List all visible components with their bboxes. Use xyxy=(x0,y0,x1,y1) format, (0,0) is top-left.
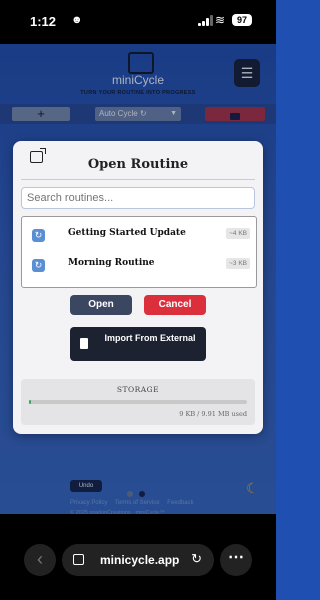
open-routine-modal: Open Routine ↻ Getting Started Update ~4… xyxy=(13,141,263,434)
address-bar[interactable]: minicycle.app ↻ xyxy=(62,544,214,576)
battery-icon: 97 xyxy=(232,14,252,26)
url-text: minicycle.app xyxy=(100,553,180,567)
tabs-icon xyxy=(73,554,84,565)
cycle-icon: ↻ xyxy=(32,259,45,272)
routine-size-badge: ~4 KB xyxy=(226,228,250,239)
routine-list: ↻ Getting Started Update ~4 KB ↻ Morning… xyxy=(21,216,257,288)
divider xyxy=(21,179,255,180)
routine-name: Getting Started Update xyxy=(68,228,186,238)
storage-progress-bar xyxy=(29,400,247,404)
cellular-signal-icon xyxy=(198,15,214,26)
cycle-icon: ↻ xyxy=(32,229,45,242)
storage-title: STORAGE xyxy=(116,385,160,394)
import-label: Import From External xyxy=(104,333,196,343)
storage-panel: STORAGE 9 KB / 9.91 MB used xyxy=(21,379,255,425)
reload-icon[interactable]: ↻ xyxy=(191,551,202,567)
file-icon xyxy=(80,338,88,349)
more-options-button[interactable]: ⋯ xyxy=(220,544,252,576)
routine-name: Morning Routine xyxy=(68,258,155,268)
back-button[interactable]: ‹ xyxy=(24,544,56,576)
wifi-icon: ≋ xyxy=(215,13,226,27)
storage-progress-fill xyxy=(29,400,32,404)
routine-item[interactable]: ↻ Morning Routine ~3 KB xyxy=(22,251,256,279)
chevron-left-icon: ‹ xyxy=(37,549,43,569)
storage-usage-text: 9 KB / 9.91 MB used xyxy=(179,410,247,418)
browser-toolbar: ‹ minicycle.app ↻ ⋯ xyxy=(0,514,276,600)
import-from-external-button[interactable]: Import From External xyxy=(70,327,206,361)
search-routines-input[interactable] xyxy=(21,187,255,209)
status-bar: 1:12 ☻ ≋ 97 xyxy=(0,0,276,44)
routine-size-badge: ~3 KB xyxy=(226,258,250,269)
status-time: 1:12 xyxy=(30,14,57,29)
modal-title: Open Routine xyxy=(87,157,189,172)
person-icon: ☻ xyxy=(71,14,83,26)
routine-item[interactable]: ↻ Getting Started Update ~4 KB xyxy=(22,221,256,249)
cancel-button[interactable]: Cancel xyxy=(144,295,206,315)
open-button[interactable]: Open xyxy=(70,295,132,315)
more-icon: ⋯ xyxy=(228,549,244,566)
